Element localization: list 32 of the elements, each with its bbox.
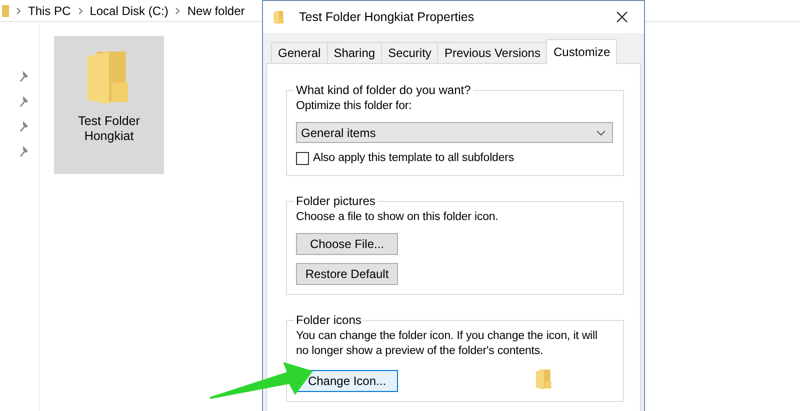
checkbox[interactable] (296, 152, 309, 165)
window-title: Test Folder Hongkiat Properties (299, 10, 476, 24)
caret-icon (596, 130, 606, 136)
pin-icon[interactable] (19, 70, 31, 84)
chevron-icon (175, 6, 180, 14)
description-text: You can change the folder icon. If you change the icon, it will no longer show a preview of the folder's contents. (296, 329, 598, 359)
breadcrumb-item[interactable]: Local Disk (C:) (90, 4, 168, 18)
button[interactable]: Restore Default (296, 263, 398, 285)
breadcrumb-item[interactable]: This PC (28, 4, 71, 18)
pin-icon[interactable] (19, 145, 31, 159)
dropdown[interactable]: General items (296, 122, 613, 143)
folder-preview-icon (535, 367, 553, 392)
folder-icon (273, 10, 285, 24)
button[interactable]: Change Icon... (296, 370, 398, 392)
breadcrumb-item[interactable]: New folder (187, 4, 245, 18)
checkbox-label: Also apply this template to all subfolders (313, 151, 514, 166)
chevron-icon (78, 6, 83, 14)
folder-label: Test Folder Hongkiat (77, 114, 141, 144)
tab[interactable]: Customize (546, 39, 618, 64)
tab[interactable]: General (271, 42, 328, 63)
folder-item[interactable]: Test Folder Hongkiat (54, 36, 164, 174)
description-text: Choose a file to show on this folder icon. (296, 210, 500, 225)
button[interactable]: Choose File... (296, 233, 398, 255)
folder-icon (2, 4, 9, 16)
group-title: Folder pictures (295, 194, 376, 208)
pin-icon[interactable] (19, 95, 31, 109)
group-title: What kind of folder do you want? (295, 83, 472, 97)
field-label: Optimize this folder for: (296, 99, 413, 114)
chevron-icon (16, 6, 21, 14)
group-title: Folder icons (295, 313, 362, 327)
pin-icon[interactable] (19, 120, 31, 134)
close-icon[interactable] (616, 11, 628, 23)
